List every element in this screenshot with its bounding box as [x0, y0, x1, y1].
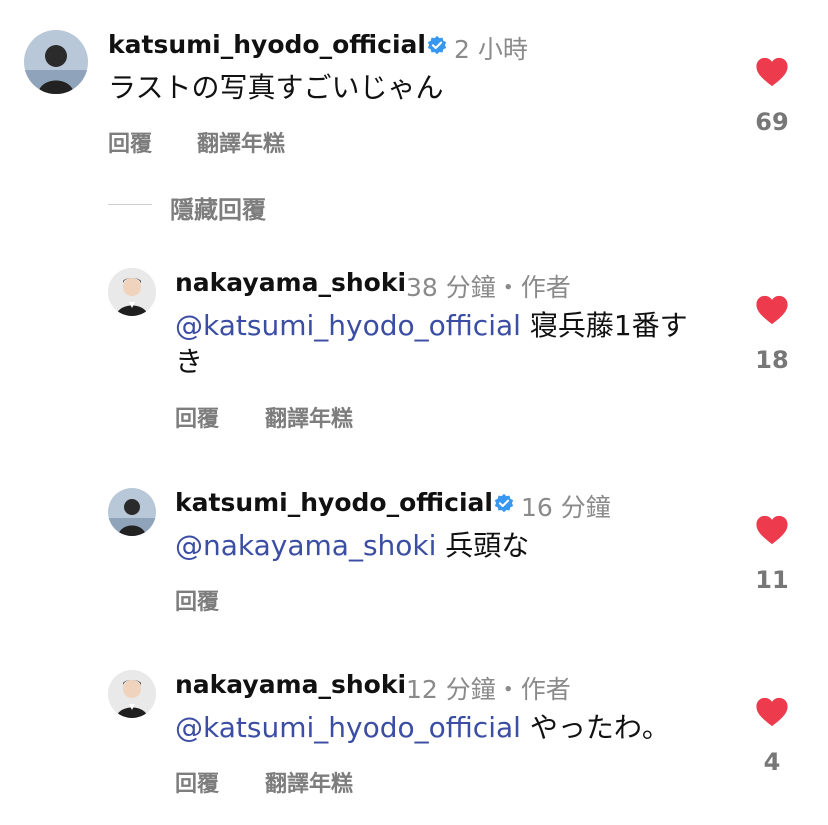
comment-username[interactable]: katsumi_hyodo_official [175, 488, 493, 517]
avatar[interactable] [108, 670, 156, 718]
reply-button[interactable]: 回覆 [175, 584, 219, 616]
heart-like-icon[interactable] [755, 696, 789, 728]
divider-line [108, 204, 152, 205]
hide-replies-button[interactable]: 隱藏回覆 [170, 190, 266, 225]
mention-link[interactable]: @katsumi_hyodo_official [175, 711, 521, 744]
heart-like-icon[interactable] [755, 294, 789, 326]
comment-username[interactable]: nakayama_shoki [175, 268, 406, 297]
comment-body: やったわ。 [520, 711, 670, 744]
avatar-person-icon [108, 670, 156, 718]
comment-text: @katsumi_hyodo_official 寝兵藤1番すき [175, 308, 715, 380]
comment-timestamp: 2 小時 [454, 35, 528, 64]
comment-text: ラストの写真すごいじゃん [108, 70, 668, 106]
translate-button[interactable]: 翻譯年糕 [265, 401, 353, 433]
translate-button[interactable]: 翻譯年糕 [197, 126, 285, 158]
like-count: 11 [755, 566, 789, 594]
mention-link[interactable]: @nakayama_shoki [175, 529, 436, 562]
avatar-person-icon [24, 30, 88, 94]
heart-like-icon[interactable] [755, 514, 789, 546]
avatar[interactable] [24, 30, 88, 94]
comment-username[interactable]: katsumi_hyodo_official [108, 30, 426, 59]
mention-link[interactable]: @katsumi_hyodo_official [175, 309, 521, 342]
like-count: 4 [763, 748, 781, 776]
reply-button[interactable]: 回覆 [108, 126, 152, 158]
avatar-person-icon [108, 488, 156, 536]
reply-button[interactable]: 回覆 [175, 766, 219, 798]
like-count: 69 [755, 108, 789, 136]
comment-text: @nakayama_shoki 兵頭な [175, 528, 735, 564]
like-count: 18 [755, 346, 789, 374]
comment-username[interactable]: nakayama_shoki [175, 670, 406, 699]
comment-text: @katsumi_hyodo_official やったわ。 [175, 710, 715, 746]
avatar-person-icon [108, 268, 156, 316]
heart-like-icon[interactable] [755, 56, 789, 88]
comment-body: ラストの写真すごいじゃん [108, 71, 444, 104]
comment-body: 兵頭な [436, 529, 530, 562]
comment-timestamp: 38 分鐘・作者 [406, 273, 571, 302]
comment-timestamp: 12 分鐘・作者 [406, 675, 571, 704]
verified-badge-icon [427, 35, 447, 55]
translate-button[interactable]: 翻譯年糕 [265, 766, 353, 798]
reply-button[interactable]: 回覆 [175, 401, 219, 433]
verified-badge-icon [494, 493, 514, 513]
comment-timestamp: 16 分鐘 [521, 493, 611, 522]
avatar[interactable] [108, 488, 156, 536]
avatar[interactable] [108, 268, 156, 316]
